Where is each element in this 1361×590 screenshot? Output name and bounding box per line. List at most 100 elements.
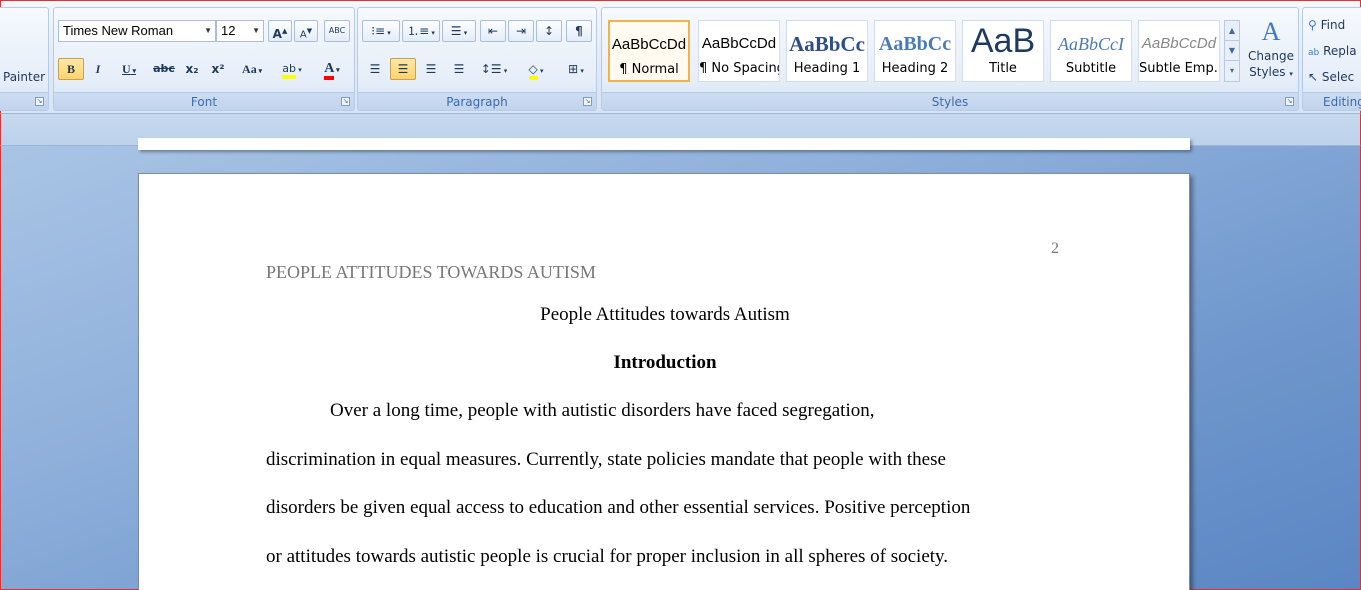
style-heading-2-name: Heading 2 <box>881 61 949 76</box>
paragraph-line-2[interactable]: discrimination in equal measures. Curren… <box>266 449 946 471</box>
change-styles-label-2: Styles <box>1249 65 1286 79</box>
pilcrow-icon: ¶ <box>575 24 583 38</box>
font-size-dropdown-icon[interactable]: ▼ <box>252 21 260 41</box>
font-name-combo[interactable]: Times New Roman ▼ <box>58 20 216 42</box>
gallery-more-icon[interactable]: ▾ <box>1225 61 1239 81</box>
change-styles-button[interactable]: A Change Styles ▾ <box>1244 16 1298 96</box>
clipboard-group: Painter ↘ <box>0 7 49 111</box>
sort-button[interactable]: ↕ <box>536 20 562 42</box>
clipboard-dialog-launcher[interactable]: ↘ <box>35 97 44 106</box>
document-title[interactable]: People Attitudes towards Autism <box>139 304 1191 326</box>
align-center-icon: ☰ <box>397 62 409 76</box>
change-styles-icon: A <box>1261 17 1281 46</box>
running-head: PEOPLE ATTITUDES TOWARDS AUTISM <box>266 262 596 282</box>
paragraph-line-1[interactable]: Over a long time, people with autistic d… <box>330 400 875 422</box>
change-case-button[interactable]: Aa ▾ <box>234 58 270 80</box>
change-case-icon: Aa <box>242 62 257 76</box>
numbering-button[interactable]: ⒈≡ ▾ <box>402 20 440 42</box>
subscript-icon: x₂ <box>185 62 199 76</box>
style-no-spacing[interactable]: AaBbCcDd ¶ No Spacing <box>698 20 780 82</box>
paragraph-line-3[interactable]: disorders be given equal access to educa… <box>266 497 970 519</box>
styles-gallery-scroll[interactable]: ▲ ▼ ▾ <box>1224 20 1240 82</box>
font-size-value: 12 <box>221 23 236 38</box>
line-spacing-button[interactable]: ↕☰ ▾ <box>476 58 512 80</box>
style-subtitle-sample: AaBbCcI <box>1058 34 1124 54</box>
italic-icon: I <box>95 62 101 76</box>
underline-button[interactable]: U ▾ <box>112 58 146 80</box>
bold-icon: B <box>66 62 75 76</box>
italic-button[interactable]: I <box>86 58 110 80</box>
align-left-icon: ☰ <box>369 62 381 76</box>
replace-icon: ab <box>1308 48 1320 58</box>
bold-button[interactable]: B <box>58 58 84 80</box>
style-subtitle[interactable]: AaBbCcI Subtitle <box>1050 20 1132 82</box>
style-subtle-emphasis[interactable]: AaBbCcDd Subtle Emp... <box>1138 20 1220 82</box>
ribbon: Painter ↘ Times New Roman ▼ 12 ▼ A▲ A▼ A… <box>0 0 1361 114</box>
show-marks-button[interactable]: ¶ <box>566 20 592 42</box>
editing-group-label: Editing <box>1303 92 1361 110</box>
replace-button[interactable]: ab Repla <box>1307 40 1361 62</box>
bullets-button[interactable]: ⁝≡ ▾ <box>362 20 400 42</box>
style-normal[interactable]: AaBbCcDd ¶ Normal <box>608 20 690 82</box>
justify-button[interactable]: ☰ <box>446 58 472 80</box>
align-right-button[interactable]: ☰ <box>418 58 444 80</box>
font-name-dropdown-icon[interactable]: ▼ <box>204 21 212 41</box>
find-button[interactable]: ⚲ Find <box>1307 14 1361 36</box>
decrease-indent-icon: ⇤ <box>487 24 499 38</box>
style-normal-name: ¶ Normal <box>619 62 679 77</box>
borders-icon: ⊞ <box>568 62 579 76</box>
strikethrough-icon: abc <box>153 62 175 75</box>
paragraph-dialog-launcher[interactable]: ↘ <box>583 97 592 106</box>
style-subtitle-name: Subtitle <box>1065 61 1117 76</box>
change-styles-label-1: Change <box>1248 49 1294 63</box>
cursor-icon: ↖ <box>1308 70 1319 84</box>
previous-page-bottom <box>138 138 1190 150</box>
font-size-combo[interactable]: 12 ▼ <box>216 20 264 42</box>
format-painter-button[interactable]: Painter <box>2 66 48 88</box>
superscript-button[interactable]: x² <box>206 58 230 80</box>
shading-button[interactable]: ◇ ▾ <box>518 58 554 80</box>
shrink-font-button[interactable]: A▼ <box>294 20 318 42</box>
strikethrough-button[interactable]: abc <box>150 58 178 80</box>
grow-font-button[interactable]: A▲ <box>268 20 292 42</box>
style-heading-1[interactable]: AaBbCc Heading 1 <box>786 20 868 82</box>
paragraph-group: ⁝≡ ▾ ⒈≡ ▾ ☰ ▾ ⇤ ⇥ ↕ ¶ ☰ ☰ ☰ ☰ ↕☰ ▾ ◇ ▾ ⊞… <box>357 7 597 111</box>
document-page[interactable]: 2 PEOPLE ATTITUDES TOWARDS AUTISM People… <box>138 173 1190 590</box>
style-no-spacing-sample: AaBbCcDd <box>701 35 777 52</box>
align-center-button[interactable]: ☰ <box>390 58 416 80</box>
multilevel-list-button[interactable]: ☰ ▾ <box>442 20 476 42</box>
align-left-button[interactable]: ☰ <box>362 58 388 80</box>
style-title[interactable]: AaB Title <box>962 20 1044 82</box>
paragraph-line-4[interactable]: or attitudes towards autistic people is … <box>266 546 948 568</box>
gallery-up-icon[interactable]: ▲ <box>1225 21 1239 41</box>
font-color-button[interactable]: A ▾ <box>314 58 350 80</box>
style-no-spacing-name: ¶ No Spacing <box>699 61 779 76</box>
styles-group-label: Styles <box>602 92 1298 110</box>
clear-formatting-button[interactable]: ABC <box>324 20 350 42</box>
document-area[interactable]: 2 PEOPLE ATTITUDES TOWARDS AUTISM People… <box>0 138 1361 590</box>
style-heading-2-sample: AaBbCc <box>878 33 952 55</box>
underline-icon: U <box>122 62 131 76</box>
style-heading-2[interactable]: AaBbCc Heading 2 <box>874 20 956 82</box>
increase-indent-icon: ⇥ <box>515 24 527 38</box>
align-right-icon: ☰ <box>425 62 437 76</box>
select-button[interactable]: ↖ Selec <box>1307 66 1361 88</box>
styles-dialog-launcher[interactable]: ↘ <box>1285 97 1294 106</box>
borders-button[interactable]: ⊞ ▾ <box>558 58 594 80</box>
style-title-name: Title <box>989 61 1017 76</box>
numbering-icon: ⒈≡ <box>407 24 430 38</box>
style-title-sample: AaB <box>970 22 1036 60</box>
styles-group: AaBbCcDd ¶ Normal AaBbCcDd ¶ No Spacing … <box>601 7 1299 111</box>
section-heading[interactable]: Introduction <box>139 352 1191 374</box>
increase-indent-button[interactable]: ⇥ <box>508 20 534 42</box>
font-group: Times New Roman ▼ 12 ▼ A▲ A▼ ABC B I U ▾… <box>53 7 355 111</box>
font-dialog-launcher[interactable]: ↘ <box>341 97 350 106</box>
subscript-button[interactable]: x₂ <box>180 58 204 80</box>
multilevel-list-icon: ☰ <box>450 24 462 38</box>
decrease-indent-button[interactable]: ⇤ <box>480 20 506 42</box>
style-normal-sample: AaBbCcDd <box>611 36 687 53</box>
bullets-icon: ⁝≡ <box>371 24 386 38</box>
gallery-down-icon[interactable]: ▼ <box>1225 41 1239 61</box>
highlight-button[interactable]: ab ▾ <box>274 58 310 80</box>
style-heading-1-name: Heading 1 <box>793 61 861 76</box>
